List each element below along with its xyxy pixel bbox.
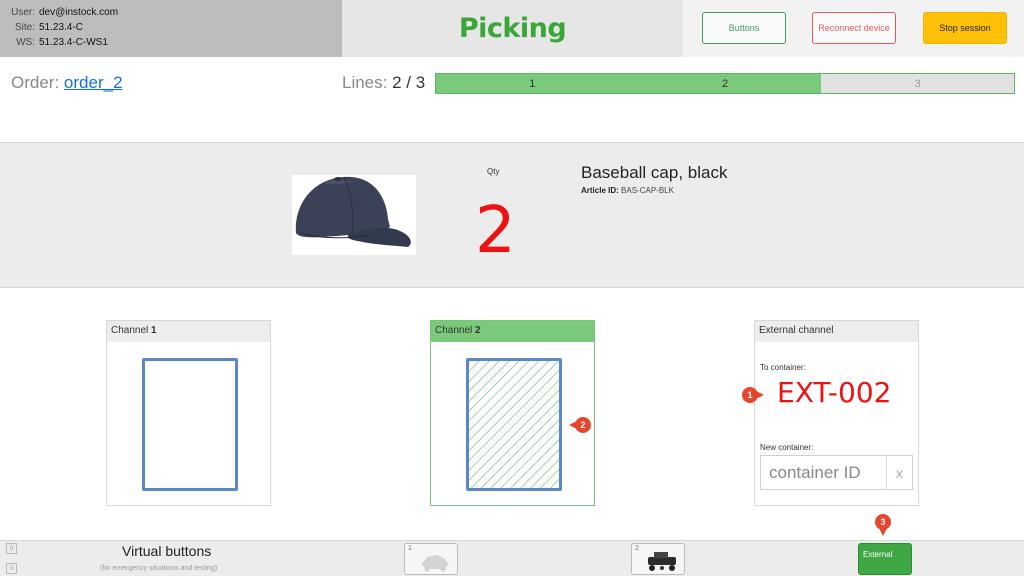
order-label: Order: bbox=[11, 73, 60, 92]
robot-icon bbox=[648, 552, 676, 571]
clear-icon[interactable]: x bbox=[886, 456, 912, 489]
virtual-button-1-number: 1 bbox=[408, 545, 412, 552]
robot-icon bbox=[421, 555, 449, 572]
external-channel-header: External channel bbox=[755, 321, 918, 342]
ws-value: 51.23.4-C-WS1 bbox=[39, 37, 108, 48]
virtual-buttons-bar: 0 0 Virtual buttons (for emergency situa… bbox=[0, 540, 1024, 576]
article-id: Article ID: BAS-CAP-BLK bbox=[581, 186, 674, 195]
site-row: Site: 51.23.4-C bbox=[0, 20, 342, 35]
user-value: dev@instock.com bbox=[39, 7, 119, 18]
site-label: Site: bbox=[14, 22, 35, 33]
article-id-value: BAS-CAP-BLK bbox=[621, 186, 674, 195]
external-virtual-button[interactable]: External bbox=[858, 543, 912, 575]
top-bar: User: dev@instock.com Site: 51.23.4-C WS… bbox=[0, 0, 1024, 57]
channel-1-header: Channel 1 bbox=[107, 321, 270, 342]
channel-2-header: Channel 2 bbox=[431, 321, 594, 342]
user-row: User: dev@instock.com bbox=[0, 5, 342, 20]
channel-1-label: Channel bbox=[111, 325, 149, 336]
lines-progress-bar: 1 2 3 bbox=[435, 73, 1015, 94]
new-container-label: New container: bbox=[760, 443, 814, 452]
to-container-label: To container: bbox=[760, 363, 806, 372]
virtual-buttons-title: Virtual buttons bbox=[122, 543, 212, 559]
channel-2-slot-active[interactable] bbox=[466, 358, 562, 491]
marker-pin-3: 3 bbox=[875, 514, 891, 536]
channel-2[interactable]: Channel 2 bbox=[430, 320, 595, 506]
stop-session-button[interactable]: Stop session bbox=[923, 12, 1007, 44]
small-box-icon: 0 bbox=[6, 543, 17, 554]
article-panel: Qty 2 Baseball cap, black Article ID: BA… bbox=[0, 142, 1024, 288]
lines-info: Lines: 2 / 3 bbox=[342, 73, 425, 93]
ws-label: WS: bbox=[16, 37, 35, 48]
site-value: 51.23.4-C bbox=[39, 22, 83, 33]
new-container-field[interactable]: x bbox=[760, 455, 913, 490]
channel-1[interactable]: Channel 1 bbox=[106, 320, 271, 506]
article-name: Baseball cap, black bbox=[581, 163, 728, 182]
baseball-cap-image bbox=[292, 175, 416, 255]
virtual-button-1[interactable]: 1 bbox=[404, 543, 458, 575]
actions-panel: Buttons Reconnect device Stop session bbox=[683, 0, 1024, 57]
buttons-button[interactable]: Buttons bbox=[702, 12, 786, 44]
progress-segment: 3 bbox=[821, 74, 1015, 93]
progress-segment: 1 bbox=[436, 74, 629, 93]
marker-pin-2: 2 bbox=[569, 417, 591, 433]
virtual-buttons-subtitle: (for emergency situations and testing) bbox=[100, 565, 218, 572]
to-container-value: EXT-002 bbox=[777, 376, 892, 409]
virtual-button-2[interactable]: 2 bbox=[631, 543, 685, 575]
workstation-row: WS: 51.23.4-C-WS1 bbox=[0, 35, 342, 50]
qty-value: 2 bbox=[475, 194, 516, 268]
marker-pin-1: 1 bbox=[742, 387, 764, 403]
session-info-panel: User: dev@instock.com Site: 51.23.4-C WS… bbox=[0, 0, 342, 57]
progress-segment: 2 bbox=[628, 74, 822, 93]
order-info: Order: order_2 bbox=[11, 73, 123, 93]
container-id-input[interactable] bbox=[761, 462, 886, 483]
external-channel: External channel To container: EXT-002 N… bbox=[754, 320, 919, 506]
reconnect-device-button[interactable]: Reconnect device bbox=[812, 12, 896, 44]
page-title: Picking bbox=[458, 13, 567, 44]
channel-2-label: Channel bbox=[435, 325, 473, 336]
channel-1-slot[interactable] bbox=[142, 358, 238, 491]
lines-label: Lines: bbox=[342, 73, 388, 92]
channel-1-number: 1 bbox=[151, 325, 157, 336]
lines-count: 2 / 3 bbox=[392, 73, 426, 92]
article-id-label: Article ID: bbox=[581, 186, 619, 195]
virtual-button-2-number: 2 bbox=[635, 545, 639, 552]
user-label: User: bbox=[11, 7, 35, 18]
qty-label: Qty bbox=[487, 167, 500, 176]
small-box-icon: 0 bbox=[6, 563, 17, 574]
title-panel: Picking bbox=[342, 0, 683, 57]
order-link[interactable]: order_2 bbox=[64, 73, 123, 92]
channel-2-number: 2 bbox=[475, 325, 481, 336]
